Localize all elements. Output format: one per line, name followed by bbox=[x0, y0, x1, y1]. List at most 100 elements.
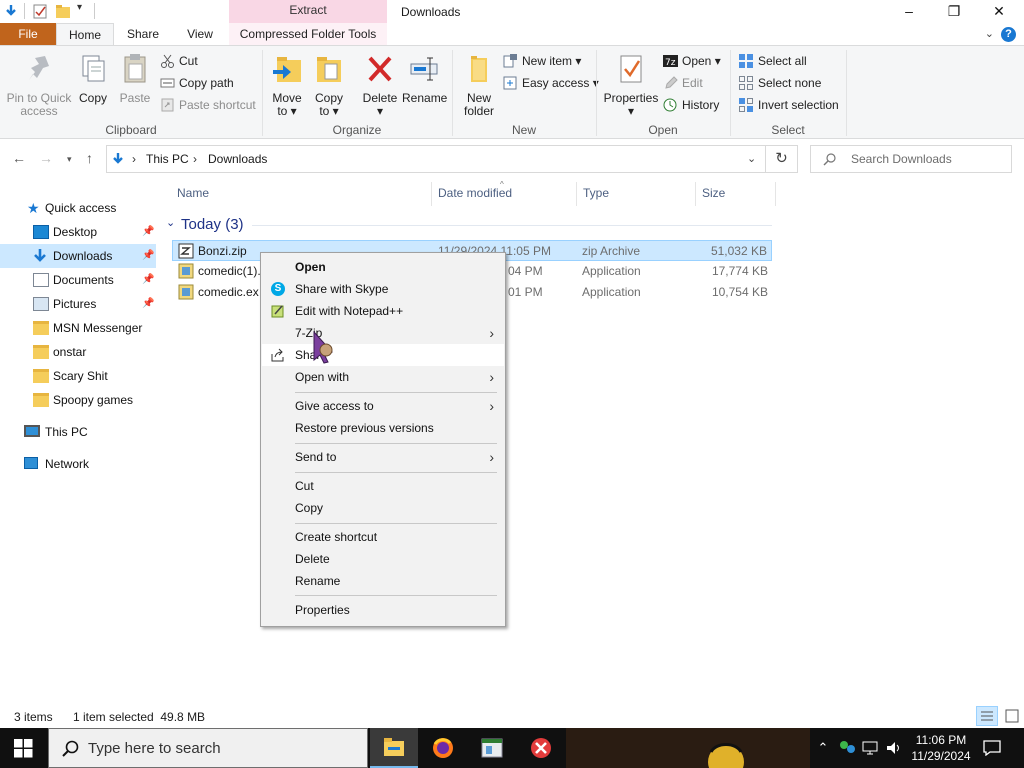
nav-item-downloads[interactable]: Downloads 📌 bbox=[0, 244, 156, 268]
notifications-icon[interactable] bbox=[983, 740, 1001, 756]
column-header-name[interactable]: Name bbox=[177, 186, 209, 200]
column-separator[interactable] bbox=[431, 182, 432, 206]
back-arrow-icon[interactable]: ← bbox=[12, 150, 26, 166]
up-arrow-icon[interactable]: ↑ bbox=[86, 150, 93, 166]
tab-home[interactable]: Home bbox=[56, 23, 114, 46]
taskbar-firefox[interactable] bbox=[419, 728, 467, 768]
minimize-button[interactable]: – bbox=[886, 0, 932, 23]
tab-view[interactable]: View bbox=[172, 23, 228, 46]
select-none-button[interactable]: Select none bbox=[739, 73, 821, 93]
group-collapse-chevron-icon[interactable]: ⌄ bbox=[166, 216, 175, 229]
paste-button[interactable]: Paste bbox=[118, 52, 152, 105]
new-item-button[interactable]: New item ▾ bbox=[503, 51, 581, 71]
column-separator[interactable] bbox=[695, 182, 696, 206]
nav-item-scary-shit[interactable]: Scary Shit bbox=[0, 364, 156, 388]
new-folder-button[interactable]: New folder bbox=[460, 52, 498, 118]
menu-item-open-with[interactable]: Open with › bbox=[262, 366, 504, 388]
nav-item-pictures[interactable]: Pictures 📌 bbox=[0, 292, 156, 316]
properties-quick-icon[interactable] bbox=[33, 4, 48, 19]
copy-to-button[interactable]: Copy to ▾ bbox=[312, 52, 346, 118]
cut-button[interactable]: Cut bbox=[160, 51, 198, 71]
breadcrumb-this-pc[interactable]: This PC bbox=[146, 152, 189, 166]
nav-this-pc[interactable]: This PC bbox=[0, 420, 156, 444]
people-icon[interactable] bbox=[838, 740, 856, 756]
taskbar-app-window[interactable] bbox=[468, 728, 516, 768]
column-separator[interactable] bbox=[576, 182, 577, 206]
close-button[interactable]: ✕ bbox=[976, 0, 1022, 23]
tray-overflow-chevron-icon[interactable]: ⌃ bbox=[812, 728, 834, 768]
search-box[interactable]: Search Downloads bbox=[810, 145, 1012, 173]
menu-item-give-access-to[interactable]: Give access to › bbox=[262, 395, 504, 417]
menu-item-7-zip[interactable]: 7-Zip › bbox=[262, 322, 504, 344]
nav-item-onstar[interactable]: onstar bbox=[0, 340, 156, 364]
delete-button[interactable]: Delete ▾ bbox=[360, 52, 400, 118]
pin-to-quick-access-button[interactable]: Pin to Quick access bbox=[6, 52, 72, 118]
recent-locations-chevron-icon[interactable]: ▾ bbox=[67, 154, 72, 165]
collapse-ribbon-icon[interactable]: ⌄ bbox=[985, 27, 994, 40]
taskbar-search-box[interactable]: Type here to search bbox=[48, 728, 368, 768]
menu-item-open[interactable]: Open bbox=[262, 256, 504, 278]
select-all-button[interactable]: Select all bbox=[739, 51, 807, 71]
copy-path-icon bbox=[160, 78, 175, 88]
network-tray-icon[interactable] bbox=[862, 741, 880, 755]
refresh-button[interactable]: ↻ bbox=[766, 145, 798, 173]
nav-network[interactable]: Network bbox=[0, 452, 156, 476]
menu-item-create-shortcut[interactable]: Create shortcut bbox=[262, 526, 504, 548]
tab-share[interactable]: Share bbox=[114, 23, 172, 46]
title-separator bbox=[94, 3, 95, 19]
nav-item-spoopy-games[interactable]: Spoopy games bbox=[0, 388, 156, 412]
edit-button[interactable]: Edit bbox=[663, 73, 703, 93]
menu-item-edit-with-notepad-plus-plus[interactable]: Edit with Notepad++ bbox=[262, 300, 504, 322]
new-folder-quick-icon[interactable] bbox=[56, 5, 71, 18]
file-size: 17,774 KB bbox=[711, 264, 768, 278]
maximize-button[interactable]: ❐ bbox=[931, 0, 977, 23]
move-to-button[interactable]: Move to ▾ bbox=[270, 52, 304, 118]
column-separator[interactable] bbox=[775, 182, 776, 206]
taskbar-file-explorer[interactable] bbox=[370, 728, 418, 768]
address-dropdown-icon[interactable]: ⌄ bbox=[747, 152, 756, 165]
menu-item-delete[interactable]: Delete bbox=[262, 548, 504, 570]
forward-arrow-icon[interactable]: → bbox=[39, 150, 53, 166]
nav-item-desktop[interactable]: Desktop 📌 bbox=[0, 220, 156, 244]
nav-quick-access[interactable]: ★ Quick access bbox=[0, 196, 156, 220]
clock[interactable]: 11:06 PM 11/29/2024 bbox=[906, 728, 976, 768]
invert-selection-button[interactable]: Invert selection bbox=[739, 95, 839, 115]
paste-shortcut-button[interactable]: Paste shortcut bbox=[160, 95, 256, 115]
breadcrumb-downloads[interactable]: Downloads bbox=[208, 152, 267, 166]
menu-item-properties[interactable]: Properties bbox=[262, 599, 504, 621]
large-icons-view-icon bbox=[1005, 709, 1019, 723]
menu-item-share[interactable]: Share bbox=[262, 344, 504, 366]
large-icons-view-toggle[interactable] bbox=[1001, 706, 1023, 726]
notepad-plus-plus-icon bbox=[271, 305, 284, 318]
open-button[interactable]: 7z Open ▾ bbox=[663, 51, 721, 71]
menu-item-cut[interactable]: Cut bbox=[262, 475, 504, 497]
menu-item-copy[interactable]: Copy bbox=[262, 497, 504, 519]
rename-button[interactable]: Rename bbox=[402, 52, 447, 105]
details-view-toggle[interactable] bbox=[976, 706, 998, 726]
group-header-today[interactable]: Today (3) bbox=[181, 216, 244, 233]
customize-quick-access-icon[interactable]: ▾ bbox=[77, 2, 82, 13]
taskbar-error-app[interactable] bbox=[517, 728, 565, 768]
nav-item-documents[interactable]: Documents 📌 bbox=[0, 268, 156, 292]
easy-access-button[interactable]: Easy access ▾ bbox=[503, 73, 599, 93]
menu-item-share-with-skype[interactable]: S Share with Skype bbox=[262, 278, 504, 300]
invert-selection-icon bbox=[739, 98, 753, 112]
column-header-date-modified[interactable]: Date modified bbox=[438, 186, 512, 200]
column-header-type[interactable]: Type bbox=[583, 186, 609, 200]
nav-item-msn-messenger[interactable]: MSN Messenger bbox=[0, 316, 156, 340]
copy-button[interactable]: Copy bbox=[76, 52, 110, 105]
menu-item-rename[interactable]: Rename bbox=[262, 570, 504, 592]
history-button[interactable]: History bbox=[663, 95, 719, 115]
tab-file[interactable]: File bbox=[0, 23, 56, 46]
column-header-size[interactable]: Size bbox=[702, 186, 725, 200]
menu-item-send-to[interactable]: Send to › bbox=[262, 446, 504, 468]
menu-item-restore-previous-versions[interactable]: Restore previous versions bbox=[262, 417, 504, 439]
tab-compressed-folder-tools[interactable]: Compressed Folder Tools bbox=[229, 23, 387, 46]
edit-pencil-icon bbox=[665, 76, 678, 89]
properties-button[interactable]: Properties ▾ bbox=[603, 52, 659, 118]
help-icon[interactable]: ? bbox=[1001, 27, 1016, 42]
address-bar[interactable]: › This PC › Downloads ⌄ bbox=[106, 145, 766, 173]
windows-start-icon[interactable] bbox=[14, 739, 33, 758]
copy-path-button[interactable]: Copy path bbox=[160, 73, 234, 93]
volume-icon[interactable] bbox=[885, 740, 903, 756]
